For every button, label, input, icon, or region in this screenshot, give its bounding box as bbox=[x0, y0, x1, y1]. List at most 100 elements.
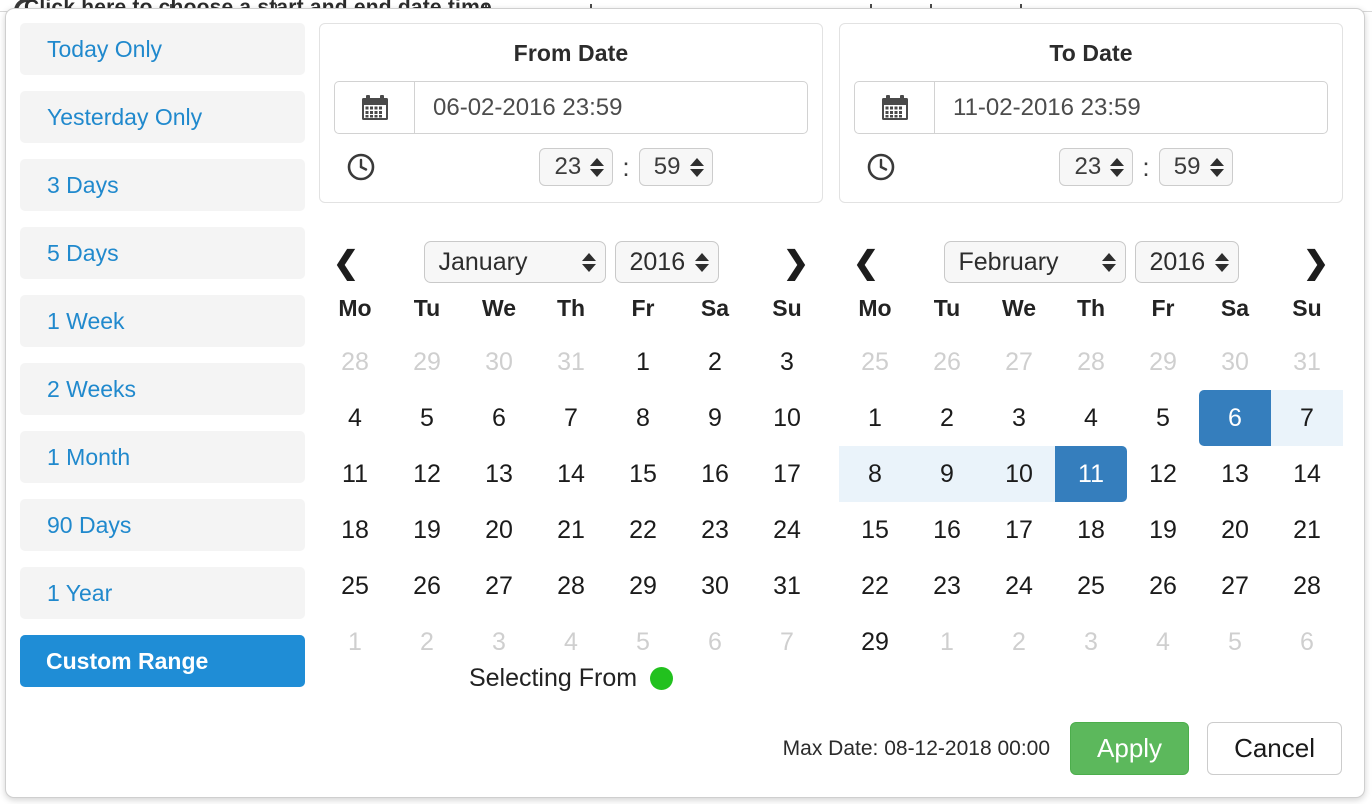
calendar-day[interactable]: 19 bbox=[1127, 502, 1199, 558]
calendar-day[interactable]: 24 bbox=[751, 502, 823, 558]
calendar-day[interactable]: 29 bbox=[607, 558, 679, 614]
calendar-day[interactable]: 4 bbox=[1127, 614, 1199, 670]
calendar-day[interactable]: 8 bbox=[607, 390, 679, 446]
range-90-days[interactable]: 90 Days bbox=[20, 499, 305, 551]
range-2-weeks[interactable]: 2 Weeks bbox=[20, 363, 305, 415]
chevron-left-icon[interactable]: ❮ bbox=[847, 247, 885, 278]
calendar-day[interactable]: 6 bbox=[679, 614, 751, 670]
calendar-day[interactable]: 9 bbox=[911, 446, 983, 502]
calendar-day[interactable]: 28 bbox=[1055, 334, 1127, 390]
to-date-input[interactable] bbox=[934, 81, 1328, 134]
month-select-left[interactable]: January bbox=[423, 241, 606, 283]
month-down-right[interactable] bbox=[1101, 263, 1116, 272]
calendar-day[interactable]: 22 bbox=[607, 502, 679, 558]
to-hour-stepper[interactable]: 23 bbox=[1059, 148, 1134, 186]
month-down-left[interactable] bbox=[581, 263, 596, 272]
calendar-day[interactable]: 31 bbox=[1271, 334, 1343, 390]
calendar-day[interactable]: 1 bbox=[911, 614, 983, 670]
calendar-day[interactable]: 10 bbox=[751, 390, 823, 446]
calendar-day[interactable]: 7 bbox=[1271, 390, 1343, 446]
calendar-day[interactable]: 6 bbox=[1199, 390, 1271, 446]
range-custom-range[interactable]: Custom Range bbox=[20, 635, 305, 687]
calendar-day[interactable]: 13 bbox=[1199, 446, 1271, 502]
calendar-day[interactable]: 21 bbox=[535, 502, 607, 558]
calendar-day[interactable]: 30 bbox=[463, 334, 535, 390]
calendar-day[interactable]: 2 bbox=[391, 614, 463, 670]
calendar-day[interactable]: 23 bbox=[911, 558, 983, 614]
from-hour-increment[interactable] bbox=[590, 157, 605, 166]
calendar-day[interactable]: 16 bbox=[911, 502, 983, 558]
chevron-left-icon[interactable]: ❮ bbox=[327, 247, 365, 278]
calendar-day[interactable]: 31 bbox=[535, 334, 607, 390]
calendar-day[interactable]: 6 bbox=[463, 390, 535, 446]
calendar-day[interactable]: 31 bbox=[751, 558, 823, 614]
month-up-left[interactable] bbox=[581, 252, 596, 261]
from-minute-increment[interactable] bbox=[689, 157, 704, 166]
calendar-day[interactable]: 15 bbox=[607, 446, 679, 502]
from-hour-decrement[interactable] bbox=[590, 168, 605, 177]
calendar-day[interactable]: 26 bbox=[391, 558, 463, 614]
calendar-day[interactable]: 21 bbox=[1271, 502, 1343, 558]
calendar-day[interactable]: 25 bbox=[319, 558, 391, 614]
calendar-day[interactable]: 13 bbox=[463, 446, 535, 502]
calendar-day[interactable]: 20 bbox=[463, 502, 535, 558]
range-yesterday-only[interactable]: Yesterday Only bbox=[20, 91, 305, 143]
calendar-day[interactable]: 2 bbox=[983, 614, 1055, 670]
calendar-icon[interactable] bbox=[334, 81, 414, 134]
from-hour-arrows[interactable] bbox=[590, 157, 605, 177]
month-select-right[interactable]: February bbox=[943, 241, 1126, 283]
year-select-right[interactable]: 2016 bbox=[1134, 241, 1239, 283]
calendar-day[interactable]: 27 bbox=[1199, 558, 1271, 614]
calendar-day[interactable]: 1 bbox=[319, 614, 391, 670]
calendar-day[interactable]: 23 bbox=[679, 502, 751, 558]
calendar-day[interactable]: 5 bbox=[1127, 390, 1199, 446]
calendar-day[interactable]: 3 bbox=[1055, 614, 1127, 670]
calendar-day[interactable]: 30 bbox=[679, 558, 751, 614]
calendar-day[interactable]: 19 bbox=[391, 502, 463, 558]
calendar-day[interactable]: 17 bbox=[983, 502, 1055, 558]
calendar-day[interactable]: 4 bbox=[1055, 390, 1127, 446]
calendar-day[interactable]: 1 bbox=[607, 334, 679, 390]
year-down-right[interactable] bbox=[1215, 263, 1230, 272]
calendar-day[interactable]: 12 bbox=[1127, 446, 1199, 502]
calendar-day[interactable]: 9 bbox=[679, 390, 751, 446]
calendar-day[interactable]: 1 bbox=[839, 390, 911, 446]
calendar-icon[interactable] bbox=[854, 81, 934, 134]
calendar-day[interactable]: 29 bbox=[839, 614, 911, 670]
to-hour-arrows[interactable] bbox=[1110, 157, 1125, 177]
calendar-day[interactable]: 7 bbox=[751, 614, 823, 670]
to-minute-increment[interactable] bbox=[1209, 157, 1224, 166]
calendar-day[interactable]: 7 bbox=[535, 390, 607, 446]
calendar-day[interactable]: 6 bbox=[1271, 614, 1343, 670]
calendar-day[interactable]: 11 bbox=[319, 446, 391, 502]
range-3-days[interactable]: 3 Days bbox=[20, 159, 305, 211]
year-up-left[interactable] bbox=[695, 252, 710, 261]
cancel-button[interactable]: Cancel bbox=[1207, 722, 1342, 775]
calendar-day[interactable]: 8 bbox=[839, 446, 911, 502]
calendar-day[interactable]: 4 bbox=[319, 390, 391, 446]
range-1-week[interactable]: 1 Week bbox=[20, 295, 305, 347]
month-up-right[interactable] bbox=[1101, 252, 1116, 261]
range-1-month[interactable]: 1 Month bbox=[20, 431, 305, 483]
year-down-left[interactable] bbox=[695, 263, 710, 272]
calendar-day[interactable]: 18 bbox=[319, 502, 391, 558]
range-1-year[interactable]: 1 Year bbox=[20, 567, 305, 619]
calendar-day[interactable]: 20 bbox=[1199, 502, 1271, 558]
calendar-day[interactable]: 26 bbox=[1127, 558, 1199, 614]
calendar-day[interactable]: 12 bbox=[391, 446, 463, 502]
calendar-day[interactable]: 25 bbox=[1055, 558, 1127, 614]
month-spinner-left[interactable] bbox=[581, 252, 596, 272]
calendar-day[interactable]: 2 bbox=[679, 334, 751, 390]
calendar-day[interactable]: 14 bbox=[535, 446, 607, 502]
to-hour-increment[interactable] bbox=[1110, 157, 1125, 166]
calendar-day[interactable]: 10 bbox=[983, 446, 1055, 502]
calendar-day[interactable]: 28 bbox=[1271, 558, 1343, 614]
calendar-day[interactable]: 17 bbox=[751, 446, 823, 502]
calendar-day[interactable]: 5 bbox=[391, 390, 463, 446]
year-up-right[interactable] bbox=[1215, 252, 1230, 261]
calendar-day[interactable]: 2 bbox=[911, 390, 983, 446]
apply-button[interactable]: Apply bbox=[1070, 722, 1190, 775]
year-select-left[interactable]: 2016 bbox=[614, 241, 719, 283]
calendar-day[interactable]: 3 bbox=[463, 614, 535, 670]
to-minute-stepper[interactable]: 59 bbox=[1158, 148, 1233, 186]
